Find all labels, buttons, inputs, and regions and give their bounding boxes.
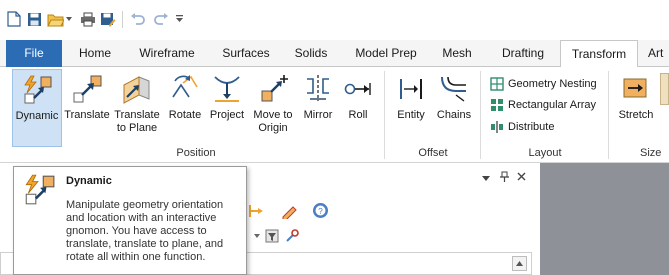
translate-to-plane-label: Translate to Plane [114,109,160,134]
move-to-origin-icon [257,73,289,105]
translate-to-plane-icon [121,73,153,105]
redo-icon[interactable] [152,10,170,28]
open-folder-icon[interactable] [46,10,64,28]
next-button-partial[interactable] [660,73,669,105]
offset-chains-label: Chains [436,109,472,121]
rectangular-array-label: Rectangular Array [508,99,597,111]
group-separator [480,71,481,159]
stretch-button[interactable]: Stretch [614,69,658,147]
project-icon [211,73,243,105]
geometry-nesting-label: Geometry Nesting [508,78,597,90]
ribbon-panel: Dynamic Translate Translate to Plane Rot… [0,67,669,163]
dynamic-button[interactable]: Dynamic [12,69,62,147]
offset-entity-icon [395,73,427,105]
rectangular-array-icon [491,99,503,111]
dynamic-gnomon-icon [22,173,56,207]
tab-art[interactable]: Art [648,40,669,67]
mirror-button[interactable]: Mirror [298,69,338,147]
geometry-nesting-icon [490,77,504,91]
tab-drafting[interactable]: Drafting [492,40,554,67]
offset-chains-icon [438,73,470,105]
tooltip-title: Dynamic [66,175,112,187]
roll-label: Roll [348,109,368,121]
rectangular-array-button[interactable]: Rectangular Array [490,96,596,114]
translate-icon [71,73,103,105]
distribute-button[interactable]: Distribute [490,118,554,136]
pin-icon[interactable] [500,171,509,185]
manager-edit-icon[interactable] [280,203,298,222]
dynamic-label: Dynamic [15,110,59,122]
toolbar-separator [122,11,123,28]
translate-button[interactable]: Translate [62,69,112,147]
panel-dropdown-icon[interactable] [482,173,490,185]
distribute-icon [491,121,503,133]
scroll-up-button[interactable] [512,256,527,271]
translate-label: Translate [64,109,110,121]
offset-entity-label: Entity [397,109,425,121]
manager-arrow-icon[interactable] [248,203,266,222]
undo-icon[interactable] [128,10,146,28]
tab-home[interactable]: Home [72,40,118,67]
quick-access-toolbar [0,0,669,40]
mirror-label: Mirror [303,109,333,121]
svg-text:?: ? [318,207,323,216]
layout-group-label: Layout [528,147,562,159]
rotate-button[interactable]: Rotate [164,69,206,147]
offset-chains-button[interactable]: Chains [432,69,476,147]
customize-toolbar-icon[interactable] [174,10,184,28]
distribute-label: Distribute [508,121,555,133]
manager-settings-icon[interactable] [284,228,300,247]
manager-dropdown-icon[interactable] [254,229,260,241]
roll-button[interactable]: Roll [338,69,378,147]
rotate-icon [169,73,201,105]
move-to-origin-button[interactable]: Move to Origin [248,69,298,147]
project-label: Project [209,109,245,121]
help-icon[interactable]: ? [312,202,329,222]
position-group-label: Position [176,147,216,159]
manager-filter-icon[interactable] [264,228,280,247]
mirror-icon [302,73,334,105]
close-icon[interactable] [517,172,526,184]
tab-surfaces[interactable]: Surfaces [214,40,278,67]
tooltip-description: Manipulate geometry orientation and loca… [66,199,224,263]
group-separator [608,71,609,159]
roll-icon [342,73,374,105]
tab-wireframe[interactable]: Wireframe [130,40,204,67]
tab-transform[interactable]: Transform [560,40,638,68]
rotate-label: Rotate [168,109,202,121]
new-file-icon[interactable] [6,10,22,28]
offset-group-label: Offset [418,147,448,159]
dynamic-tooltip: Dynamic Manipulate geometry orientation … [13,166,247,275]
tab-model-prep[interactable]: Model Prep [346,40,426,67]
tab-file[interactable]: File [6,40,62,67]
move-to-origin-label: Move to Origin [253,109,293,134]
graphics-viewport[interactable] [540,163,669,275]
tab-mesh[interactable]: Mesh [434,40,480,67]
save-icon[interactable] [26,10,42,28]
stretch-icon [620,73,652,105]
geometry-nesting-button[interactable]: Geometry Nesting [490,75,597,93]
stretch-label: Stretch [618,109,654,121]
print-icon[interactable] [79,10,97,28]
tab-solids[interactable]: Solids [286,40,336,67]
project-button[interactable]: Project [206,69,248,147]
dynamic-gnomon-icon [21,74,53,106]
translate-to-plane-button[interactable]: Translate to Plane [112,69,162,147]
offset-entity-button[interactable]: Entity [390,69,432,147]
ribbon-tab-bar: File Home Wireframe Surfaces Solids Mode… [0,40,669,68]
dropdown-arrow-icon[interactable] [65,10,73,28]
group-separator [384,71,385,159]
save-as-icon[interactable] [99,10,117,28]
size-group-label: Size [640,147,662,159]
